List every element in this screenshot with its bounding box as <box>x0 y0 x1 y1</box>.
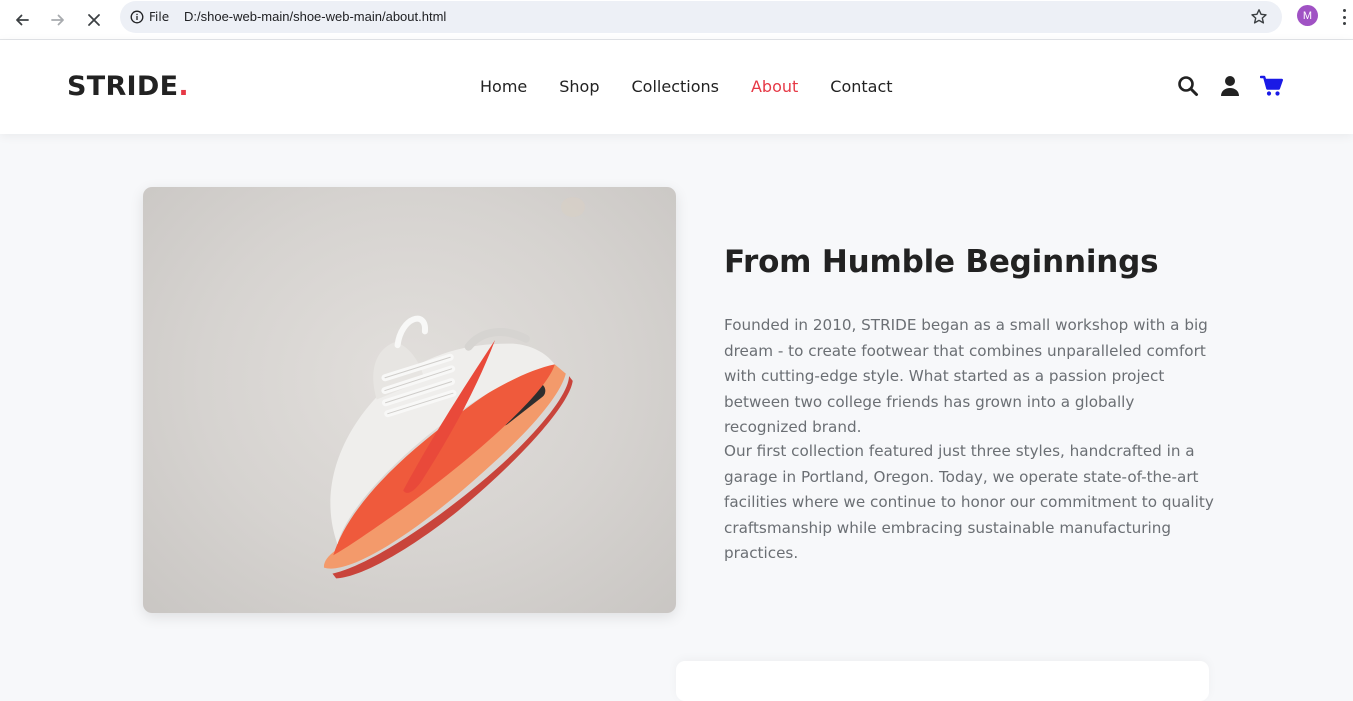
bookmark-star-icon[interactable] <box>1250 8 1268 26</box>
back-arrow-icon <box>16 14 29 26</box>
close-icon <box>88 14 100 26</box>
browser-menu-icon[interactable] <box>1336 7 1352 27</box>
nav-collections[interactable]: Collections <box>632 77 719 96</box>
account-button[interactable] <box>1218 74 1242 98</box>
story-title: From Humble Beginnings <box>724 244 1159 280</box>
main-nav: Home Shop Collections About Contact <box>480 77 925 96</box>
address-bar[interactable]: File D:/shoe-web-main/shoe-web-main/abou… <box>120 1 1282 33</box>
next-section-card <box>676 661 1209 701</box>
nav-contact[interactable]: Contact <box>830 77 892 96</box>
site-info-chip[interactable]: File <box>130 7 169 27</box>
nav-home[interactable]: Home <box>480 77 527 96</box>
info-icon <box>130 10 144 24</box>
profile-avatar[interactable]: M <box>1297 5 1318 26</box>
story-section: From Humble Beginnings Founded in 2010, … <box>724 244 1214 562</box>
header-actions <box>1176 74 1286 98</box>
brand-logo[interactable]: STRIDE. <box>67 71 189 102</box>
user-icon <box>1221 76 1239 96</box>
logo-dot: . <box>178 71 189 102</box>
back-button[interactable] <box>8 6 36 34</box>
forward-button[interactable] <box>44 6 72 34</box>
forward-arrow-icon <box>51 14 64 26</box>
cart-button[interactable] <box>1260 74 1284 98</box>
cart-icon <box>1260 75 1283 96</box>
logo-text: STRIDE <box>67 71 179 102</box>
nav-about[interactable]: About <box>751 77 798 96</box>
site-header: STRIDE. Home Shop Collections About Cont… <box>0 40 1353 134</box>
about-sneaker-image <box>143 187 676 613</box>
nav-shop[interactable]: Shop <box>559 77 599 96</box>
search-icon <box>1178 76 1198 96</box>
stop-loading-button[interactable] <box>80 6 108 34</box>
search-button[interactable] <box>1176 74 1200 98</box>
story-paragraph: Our first collection featured just three… <box>724 442 1214 562</box>
browser-toolbar: File D:/shoe-web-main/shoe-web-main/abou… <box>0 0 1353 40</box>
story-paragraph: Founded in 2010, STRIDE began as a small… <box>724 316 1208 436</box>
sneaker-illustration <box>323 197 585 579</box>
url-text[interactable]: D:/shoe-web-main/shoe-web-main/about.htm… <box>184 9 446 24</box>
site-info-label: File <box>149 10 170 24</box>
